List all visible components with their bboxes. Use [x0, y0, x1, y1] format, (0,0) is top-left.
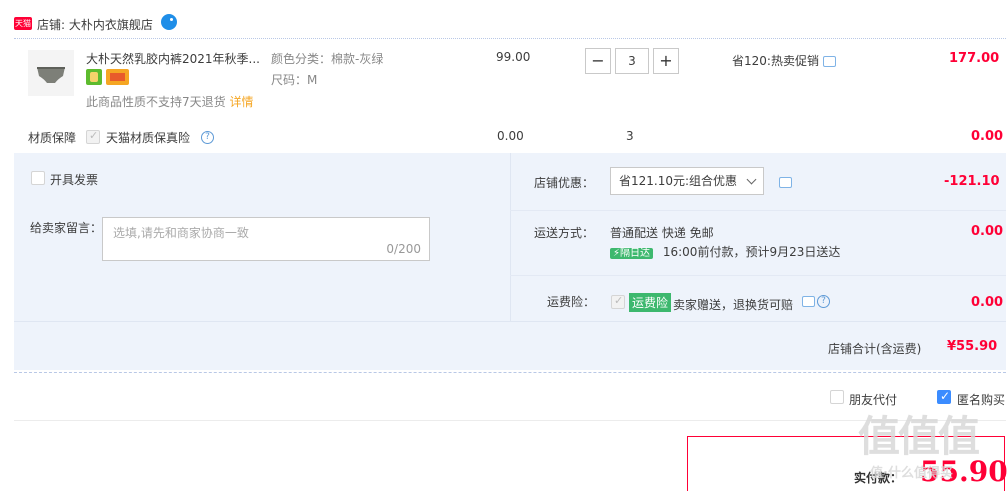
- freight-ins-checkbox[interactable]: [611, 294, 625, 309]
- anonymous-label[interactable]: 匿名购买: [957, 391, 1007, 408]
- tmall-icon: 天猫: [14, 17, 32, 30]
- divider: [14, 321, 1006, 322]
- anonymous-checkbox[interactable]: [937, 389, 951, 404]
- card-badge-icon: [106, 69, 129, 85]
- product-color: 颜色分类：棉款-灰绿: [271, 52, 384, 66]
- return-notice-text: 此商品性质不支持7天退货: [86, 95, 226, 109]
- freight-ins-label: 运费险：: [547, 295, 596, 309]
- discount-select[interactable]: 省121.10元:组合优惠: [610, 167, 764, 195]
- product-title[interactable]: 大朴天然乳胶内裤2021年秋季...: [86, 50, 261, 67]
- wangwang-chat-icon[interactable]: [161, 14, 177, 30]
- divider: [510, 153, 511, 321]
- chat-bubble-icon[interactable]: [779, 177, 792, 188]
- divider: [510, 210, 1006, 211]
- shipping-method: 普通配送 快递 免邮: [610, 226, 714, 240]
- discount-selected: 省121.10元:组合优惠: [619, 174, 738, 188]
- message-label: 给卖家留言：: [30, 221, 103, 235]
- shop-total-amount: ¥55.90: [947, 339, 998, 354]
- product-image[interactable]: [28, 50, 74, 96]
- shipping-eta: 16:00前付款，预计9月23日送达: [662, 245, 841, 259]
- product-size: 尺码：M: [271, 73, 318, 87]
- next-day-badge-text: 隔日达: [620, 248, 651, 259]
- insurance-label: 材质保障: [28, 131, 77, 145]
- shop-prefix: 店铺:: [37, 18, 66, 32]
- message-counter: 0/200: [386, 242, 421, 256]
- quantity-input[interactable]: 3: [615, 48, 649, 74]
- unit-price: 99.00: [496, 50, 531, 64]
- chevron-down-icon: [746, 174, 757, 185]
- divider: [14, 372, 1006, 373]
- freight-ins-desc: 卖家赠送，退换货可赔: [673, 298, 794, 312]
- item-subtotal: 177.00: [949, 51, 1000, 66]
- chat-bubble-icon[interactable]: [802, 296, 815, 307]
- insurance-price: 0.00: [497, 129, 524, 143]
- shipping-label: 运送方式：: [534, 226, 595, 240]
- next-day-badge: ⚡隔日达: [610, 248, 654, 259]
- return-notice-link[interactable]: 详情: [229, 95, 253, 109]
- quantity-stepper: − 3 +: [585, 48, 679, 74]
- shipping-amount: 0.00: [971, 224, 1004, 239]
- shipping-eta-row: ⚡隔日达 16:00前付款，预计9月23日送达: [610, 243, 840, 260]
- friend-pay-label[interactable]: 朋友代付: [849, 391, 897, 408]
- promo-text: 省120:热卖促销: [732, 54, 819, 68]
- friend-pay-checkbox[interactable]: [830, 390, 844, 404]
- message-textarea[interactable]: 选填,请先和商家协商一致 0/200: [102, 217, 430, 261]
- help-icon[interactable]: ?: [201, 131, 214, 144]
- invoice-label[interactable]: 开具发票: [50, 171, 98, 188]
- latex-badge-icon: [86, 69, 102, 85]
- return-notice: 此商品性质不支持7天退货 详情: [86, 93, 253, 110]
- insurance-quantity: 3: [626, 129, 634, 143]
- message-placeholder: 选填,请先和商家协商一致: [113, 226, 249, 240]
- divider: [14, 38, 1006, 39]
- shop-header: 店铺: 大朴内衣旗舰店: [37, 16, 153, 33]
- chat-bubble-icon[interactable]: [823, 56, 836, 67]
- insurance-subtotal: 0.00: [971, 129, 1004, 144]
- discount-amount: -121.10: [944, 174, 1000, 189]
- insurance-name: 天猫材质保真险: [106, 131, 191, 145]
- discount-label: 店铺优惠：: [534, 176, 595, 190]
- invoice-checkbox[interactable]: [31, 171, 45, 185]
- freight-ins-amount: 0.00: [971, 295, 1004, 310]
- increase-button[interactable]: +: [653, 48, 679, 74]
- insurance-checkbox[interactable]: [86, 129, 100, 144]
- site-watermark: 值值值: [858, 412, 980, 461]
- shop-name[interactable]: 大朴内衣旗舰店: [69, 18, 153, 32]
- site-watermark-sub: 值·什么值得买: [870, 466, 953, 481]
- shop-total-label: 店铺合计(含运费): [828, 342, 922, 356]
- decrease-button[interactable]: −: [585, 48, 611, 74]
- freight-ins-badge: 运费险: [629, 293, 672, 312]
- help-icon[interactable]: ?: [817, 295, 830, 308]
- divider: [510, 275, 1006, 276]
